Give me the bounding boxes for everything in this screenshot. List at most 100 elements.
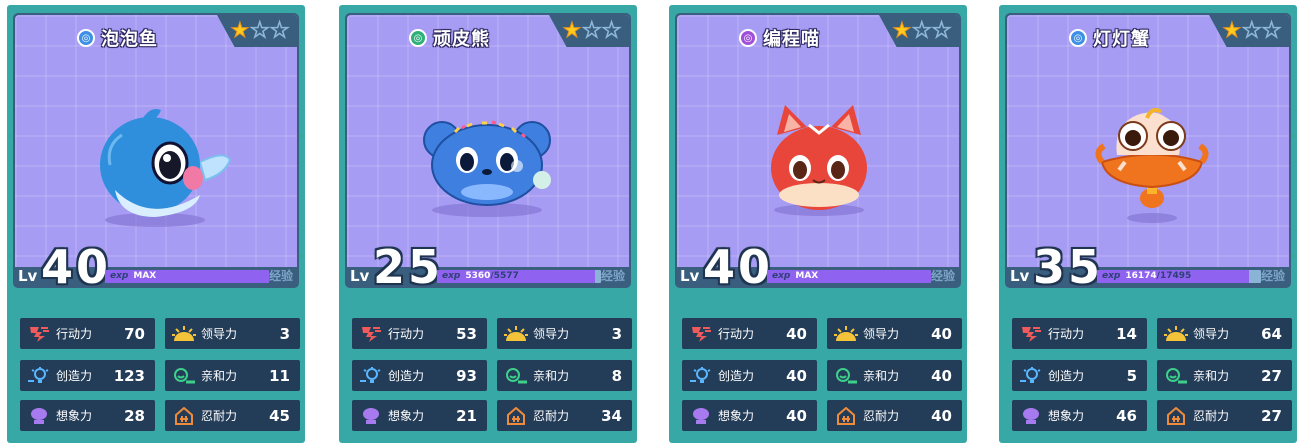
exp-label: 经验 (1260, 269, 1285, 283)
exp-tag: exp (442, 271, 461, 281)
pet-display: ◎ 泡泡鱼 ★ ★ ★ (15, 15, 297, 267)
stat-row: 领导力 40 (827, 318, 962, 349)
stat-value: 21 (456, 406, 477, 425)
exp-value: MAX (795, 271, 819, 281)
stat-row: 创造力 123 (20, 360, 155, 391)
stats-panel: 行动力 53 领导力 3 创造力 93 亲和力 8 想象力 21 忍耐力 34 (352, 318, 632, 438)
stat-value: 8 (611, 366, 622, 385)
star-rating: ★ ★ ★ (892, 17, 952, 43)
star-rating: ★ ★ ★ (562, 17, 622, 43)
stat-value: 64 (1261, 324, 1282, 343)
leadership-icon (833, 324, 859, 344)
imagination-icon (1018, 406, 1044, 426)
stat-value: 3 (611, 324, 622, 343)
exp-progress-bar: exp 16174/17495 (1097, 270, 1261, 283)
stat-value: 27 (1261, 406, 1282, 425)
pet-stage: ◎ 编程喵 ★ ★ ★ Lv 40 exp MAX 经验 (675, 13, 961, 290)
star-empty-icon: ★ (601, 17, 621, 43)
stat-value: 3 (279, 324, 290, 343)
stat-label: 创造力 (56, 369, 93, 383)
stat-value: 34 (601, 406, 622, 425)
exp-value: 5360/5577 (465, 271, 518, 281)
stat-value: 27 (1261, 366, 1282, 385)
stat-label: 想象力 (388, 409, 425, 423)
creativity-icon (358, 366, 384, 386)
pet-name-row: ◎ 顽皮熊 (347, 26, 552, 50)
star-empty-icon: ★ (269, 17, 289, 43)
stat-label: 领导力 (863, 327, 900, 341)
stat-row: 领导力 3 (165, 318, 300, 349)
stat-value: 40 (786, 406, 807, 425)
exp-tag: exp (1102, 271, 1121, 281)
stat-label: 忍耐力 (1193, 409, 1230, 423)
stat-row: 亲和力 11 (165, 360, 300, 391)
stats-panel: 行动力 70 领导力 3 创造力 123 亲和力 11 想象力 28 忍耐力 45 (20, 318, 300, 438)
exp-total: 17495 (1159, 271, 1192, 281)
wind-element-icon: ◎ (409, 29, 427, 47)
stat-row: 想象力 46 (1012, 400, 1147, 431)
affinity-icon (1163, 366, 1189, 386)
endurance-icon (171, 406, 197, 426)
stat-value: 70 (124, 324, 145, 343)
pet-stage: ◎ 泡泡鱼 ★ ★ ★ Lv 40 exp MAX 经验 (13, 13, 299, 294)
stat-row: 领导力 64 (1157, 318, 1292, 349)
pet-card-0[interactable]: ◎ 泡泡鱼 ★ ★ ★ Lv 40 exp MAX 经验 行动力 70 领导力 3 创造力… (7, 5, 305, 443)
stat-row: 行动力 53 (352, 318, 487, 349)
water-element-icon: ◎ (77, 29, 95, 47)
level-prefix: Lv (680, 267, 700, 285)
pet-stage: ◎ 灯灯蟹 ★ ★ ★ Lv 35 exp 16174/17495 经验 (1005, 13, 1291, 290)
star-filled-icon: ★ (230, 18, 250, 43)
stats-panel: 行动力 40 领导力 40 创造力 40 亲和力 40 想象力 40 忍耐力 40 (682, 318, 962, 438)
stat-label: 想象力 (718, 409, 755, 423)
stat-row: 忍耐力 45 (165, 400, 300, 431)
star-filled-icon: ★ (1222, 18, 1242, 43)
level-value: 25 (373, 240, 444, 294)
stat-label: 想象力 (1048, 409, 1085, 423)
stat-label: 创造力 (388, 369, 425, 383)
pet-card-3[interactable]: ◎ 灯灯蟹 ★ ★ ★ Lv 35 exp 16174/17495 经验 行动力 14 … (999, 5, 1297, 443)
stat-label: 想象力 (56, 409, 93, 423)
pet-card-1[interactable]: ◎ 顽皮熊 ★ ★ ★ Lv 25 exp 5360/5577 经验 行动力 53 领导… (339, 5, 637, 443)
creativity-icon (26, 366, 52, 386)
stat-value: 46 (1116, 406, 1137, 425)
blue-fish-pet[interactable] (75, 70, 240, 235)
exp-progress-bar: exp 5360/5577 (437, 270, 601, 283)
stat-label: 领导力 (1193, 327, 1230, 341)
blue-bear-pet[interactable] (407, 70, 572, 235)
leadership-icon (1163, 324, 1189, 344)
orange-crab-pet[interactable] (1067, 70, 1232, 235)
stat-value: 40 (931, 406, 952, 425)
exp-value: MAX (133, 271, 157, 281)
stat-label: 领导力 (201, 327, 238, 341)
exp-total: 5577 (493, 271, 519, 281)
pet-display: ◎ 编程喵 ★ ★ ★ (677, 15, 959, 267)
stat-value: 14 (1116, 324, 1137, 343)
exp-text: exp MAX (772, 270, 818, 283)
exp-progress-bar: exp MAX (767, 270, 931, 283)
pet-name-row: ◎ 灯灯蟹 (1007, 26, 1212, 50)
action-icon (1018, 324, 1044, 344)
stat-row: 行动力 70 (20, 318, 155, 349)
stat-value: 11 (269, 366, 290, 385)
level-value: 40 (41, 240, 112, 294)
pet-card-2[interactable]: ◎ 编程喵 ★ ★ ★ Lv 40 exp MAX 经验 行动力 40 领导力 40 创造… (669, 5, 967, 443)
stat-value: 45 (269, 406, 290, 425)
stat-value: 53 (456, 324, 477, 343)
red-cat-pet[interactable] (737, 70, 902, 235)
stat-label: 领导力 (533, 327, 570, 341)
star-empty-icon: ★ (1261, 17, 1281, 43)
stat-label: 忍耐力 (201, 409, 238, 423)
creativity-icon (688, 366, 714, 386)
stat-label: 行动力 (718, 327, 755, 341)
magic-element-icon: ◎ (739, 29, 757, 47)
stat-value: 40 (931, 324, 952, 343)
exp-label: 经验 (600, 269, 625, 283)
exp-current: 5360 (465, 271, 491, 281)
exp-text: exp 16174/17495 (1102, 270, 1191, 283)
stat-label: 行动力 (388, 327, 425, 341)
action-icon (358, 324, 384, 344)
star-empty-icon: ★ (912, 17, 932, 43)
stat-label: 忍耐力 (863, 409, 900, 423)
stat-row: 忍耐力 34 (497, 400, 632, 431)
imagination-icon (358, 406, 384, 426)
